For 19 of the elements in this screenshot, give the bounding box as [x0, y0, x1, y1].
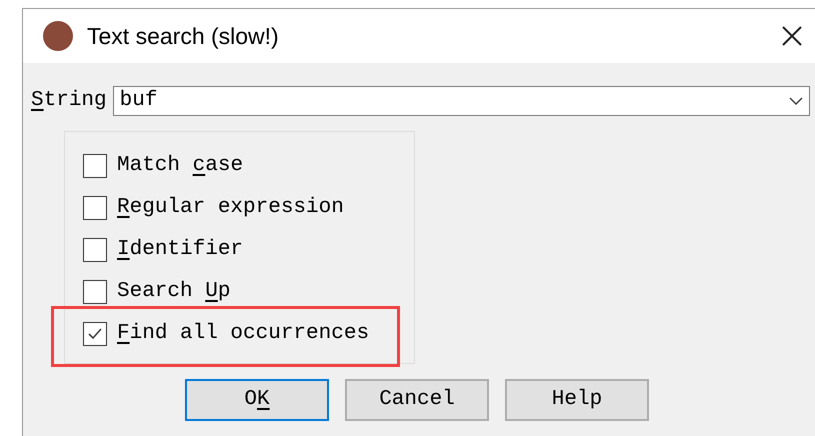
string-combo-field[interactable]: buf [112, 86, 810, 116]
checkbox[interactable] [83, 196, 107, 220]
checkbox[interactable] [83, 280, 107, 304]
checkbox[interactable] [83, 238, 107, 262]
dialog-button[interactable]: Help [505, 378, 649, 420]
string-label: String [31, 88, 107, 114]
dialog-button[interactable]: OK [185, 378, 329, 420]
checkbox-label: Regular expression [117, 194, 344, 221]
checkbox-label: Identifier [117, 236, 244, 263]
checkbox-label: Search Up [117, 278, 230, 305]
dropdown-caret-icon [789, 96, 803, 105]
checkbox[interactable] [83, 154, 107, 178]
app-avatar-icon [43, 21, 73, 51]
checkbox-label: Find all occurrences [117, 320, 370, 347]
dialog-button[interactable]: Cancel [345, 378, 489, 420]
checkbox[interactable] [83, 322, 107, 346]
checkmark-icon [87, 326, 103, 340]
checkbox-label: Match case [117, 152, 244, 179]
window-title: Text search (slow!) [87, 22, 280, 51]
